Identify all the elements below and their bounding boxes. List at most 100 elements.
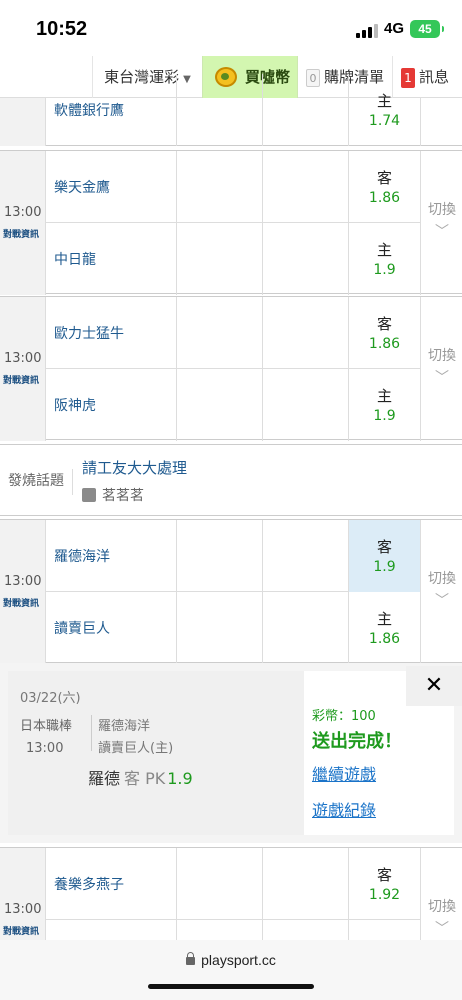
switch-label: 切換 bbox=[428, 202, 456, 218]
home-odds-value: 1.9 bbox=[373, 408, 396, 424]
hot-topic-title-link[interactable]: 請工友大大處理 bbox=[82, 457, 187, 478]
away-odds-value: 1.86 bbox=[368, 190, 401, 206]
game-time: 13:00 bbox=[4, 351, 42, 366]
pick-team: 羅德 bbox=[88, 769, 121, 788]
switch-button[interactable]: 切換 ﹀ bbox=[420, 151, 462, 295]
game-history-link[interactable]: 遊戲紀錄 bbox=[312, 797, 376, 821]
bet-league: 日本職棒 bbox=[20, 719, 73, 734]
matchup-info-link[interactable]: 對戰資訊 bbox=[3, 227, 39, 240]
away-side-label: 客 bbox=[376, 315, 392, 333]
home-indicator[interactable] bbox=[148, 984, 314, 989]
browser-url-bar[interactable]: playsport.cc bbox=[0, 940, 462, 1000]
away-row: 歐力士猛牛 客 1.86 bbox=[46, 297, 420, 369]
submit-status: 送出完成！ bbox=[312, 731, 402, 752]
coin-balance: 彩幣：100 bbox=[312, 709, 376, 724]
game-time: 13:00 bbox=[4, 205, 42, 220]
home-odds-button[interactable]: 主 1.9 bbox=[348, 223, 420, 295]
home-side-label: 主 bbox=[376, 241, 392, 259]
chevron-down-icon: ﹀ bbox=[435, 370, 449, 386]
author-name: 茗茗茗 bbox=[102, 488, 144, 504]
away-team-name[interactable]: 羅德海洋 bbox=[54, 546, 110, 566]
divider bbox=[91, 715, 92, 751]
home-odds-button[interactable] bbox=[348, 920, 420, 941]
away-side-label: 客 bbox=[376, 866, 392, 884]
switch-button[interactable]: 切換 ﹀ bbox=[420, 520, 462, 664]
away-team-name[interactable]: 歐力士猛牛 bbox=[54, 323, 124, 343]
close-icon[interactable]: ✕ bbox=[406, 666, 462, 706]
home-odds-value: 1.74 bbox=[368, 113, 401, 129]
away-row: 羅德海洋 客 1.9 bbox=[46, 520, 420, 592]
matchup-info-link[interactable]: 對戰資訊 bbox=[3, 596, 39, 609]
away-row: 養樂多燕子 客 1.92 bbox=[46, 848, 420, 920]
chevron-down-icon: ﹀ bbox=[435, 593, 449, 609]
home-row: 中日龍 主 1.9 bbox=[46, 223, 420, 295]
home-odds-button[interactable]: 主 1.86 bbox=[348, 592, 420, 664]
bet-date: 03/22(六) bbox=[20, 691, 81, 706]
game-row: 13:00 對戰資訊 羅德海洋 客 1.9 讀賣巨人 主 1.86 切換 ﹀ bbox=[0, 519, 462, 664]
game-time-cell: 13:00 對戰資訊 bbox=[0, 151, 46, 295]
away-team-name[interactable]: 養樂多燕子 bbox=[54, 874, 124, 894]
battery-icon: 45 bbox=[410, 20, 444, 38]
status-bar: 10:52 4G 45 bbox=[0, 0, 462, 56]
switch-button[interactable]: 切換 ﹀ bbox=[420, 848, 462, 941]
pick-side: 客 PK bbox=[124, 769, 166, 788]
url-text: playsport.cc bbox=[201, 952, 276, 968]
game-row: 13:00 對戰資訊 歐力士猛牛 客 1.86 阪神虎 主 1.9 切換 ﹀ bbox=[0, 296, 462, 441]
bet-pick: 羅德客 PK 1.9 bbox=[88, 765, 193, 789]
bet-summary: 03/22(六) 日本職棒 13:00 羅德海洋 讀賣巨人(主) 羅德客 PK 1… bbox=[8, 671, 304, 835]
game-row: 13:00 對戰資訊 樂天金鷹 客 1.86 中日龍 主 1.9 切換 ﹀ bbox=[0, 150, 462, 295]
switch-label: 切換 bbox=[428, 899, 456, 915]
home-row bbox=[46, 920, 420, 941]
home-odds-button[interactable]: 主 1.9 bbox=[348, 369, 420, 441]
away-odds-button-selected[interactable]: 客 1.9 bbox=[348, 520, 420, 592]
bet-team-home: 讀賣巨人(主) bbox=[98, 741, 174, 756]
matchup-info-link[interactable]: 對戰資訊 bbox=[3, 924, 39, 937]
chevron-down-icon: ﹀ bbox=[435, 224, 449, 240]
switch-button[interactable]: 切換 ﹀ bbox=[420, 297, 462, 441]
signal-icon bbox=[356, 24, 378, 38]
avatar bbox=[82, 488, 96, 502]
home-odds-value: 1.9 bbox=[373, 262, 396, 278]
away-row: 樂天金鷹 客 1.86 bbox=[46, 151, 420, 223]
messages-label: 訊息 bbox=[419, 68, 450, 86]
home-odds-value: 1.86 bbox=[368, 631, 401, 647]
switch-label: 切換 bbox=[428, 348, 456, 364]
home-team-name[interactable]: 阪神虎 bbox=[54, 395, 96, 415]
home-row: 軟體銀行鷹 主 1.74 bbox=[46, 74, 420, 146]
hot-topic-bar: 發燒話題 請工友大大處理 茗茗茗 bbox=[0, 444, 462, 516]
home-side-label: 主 bbox=[376, 387, 392, 405]
home-odds-button[interactable]: 主 1.74 bbox=[348, 74, 420, 146]
game-time-cell bbox=[0, 98, 46, 146]
home-side-label: 主 bbox=[376, 610, 392, 628]
away-odds-value: 1.92 bbox=[368, 887, 401, 903]
game-time-cell: 13:00 對戰資訊 bbox=[0, 520, 46, 664]
home-team-name[interactable]: 中日龍 bbox=[54, 249, 96, 269]
away-side-label: 客 bbox=[376, 169, 392, 187]
switch-label: 切換 bbox=[428, 571, 456, 587]
away-odds-value: 1.9 bbox=[373, 559, 396, 575]
bet-confirmation-panel: 03/22(六) 日本職棒 13:00 羅德海洋 讀賣巨人(主) 羅德客 PK 1… bbox=[0, 663, 462, 843]
clock: 10:52 bbox=[36, 18, 88, 40]
game-time-cell: 13:00 對戰資訊 bbox=[0, 297, 46, 441]
pick-odds: 1.9 bbox=[167, 769, 193, 788]
url-display[interactable]: playsport.cc bbox=[0, 952, 462, 968]
bet-time: 13:00 bbox=[26, 741, 64, 756]
game-row: 13:00 對戰資訊 養樂多燕子 客 1.92 切換 ﹀ bbox=[0, 847, 462, 941]
home-team-name[interactable]: 軟體銀行鷹 bbox=[54, 100, 124, 120]
lock-icon bbox=[186, 952, 196, 965]
home-team-name[interactable]: 讀賣巨人 bbox=[54, 618, 110, 638]
chevron-down-icon: ﹀ bbox=[435, 921, 449, 937]
away-odds-button[interactable]: 客 1.86 bbox=[348, 297, 420, 369]
away-team-name[interactable]: 樂天金鷹 bbox=[54, 177, 110, 197]
away-side-label: 客 bbox=[376, 538, 392, 556]
away-odds-button[interactable]: 客 1.86 bbox=[348, 151, 420, 223]
hot-topic-author[interactable]: 茗茗茗 bbox=[82, 485, 144, 505]
hot-topic-label: 發燒話題 bbox=[8, 473, 64, 489]
switch-cell bbox=[420, 98, 462, 146]
continue-game-link[interactable]: 繼續遊戲 bbox=[312, 761, 376, 785]
matchup-info-link[interactable]: 對戰資訊 bbox=[3, 373, 39, 386]
away-odds-value: 1.86 bbox=[368, 336, 401, 352]
bet-team-away: 羅德海洋 bbox=[98, 719, 151, 734]
game-time-cell: 13:00 對戰資訊 bbox=[0, 848, 46, 941]
away-odds-button[interactable]: 客 1.92 bbox=[348, 848, 420, 920]
